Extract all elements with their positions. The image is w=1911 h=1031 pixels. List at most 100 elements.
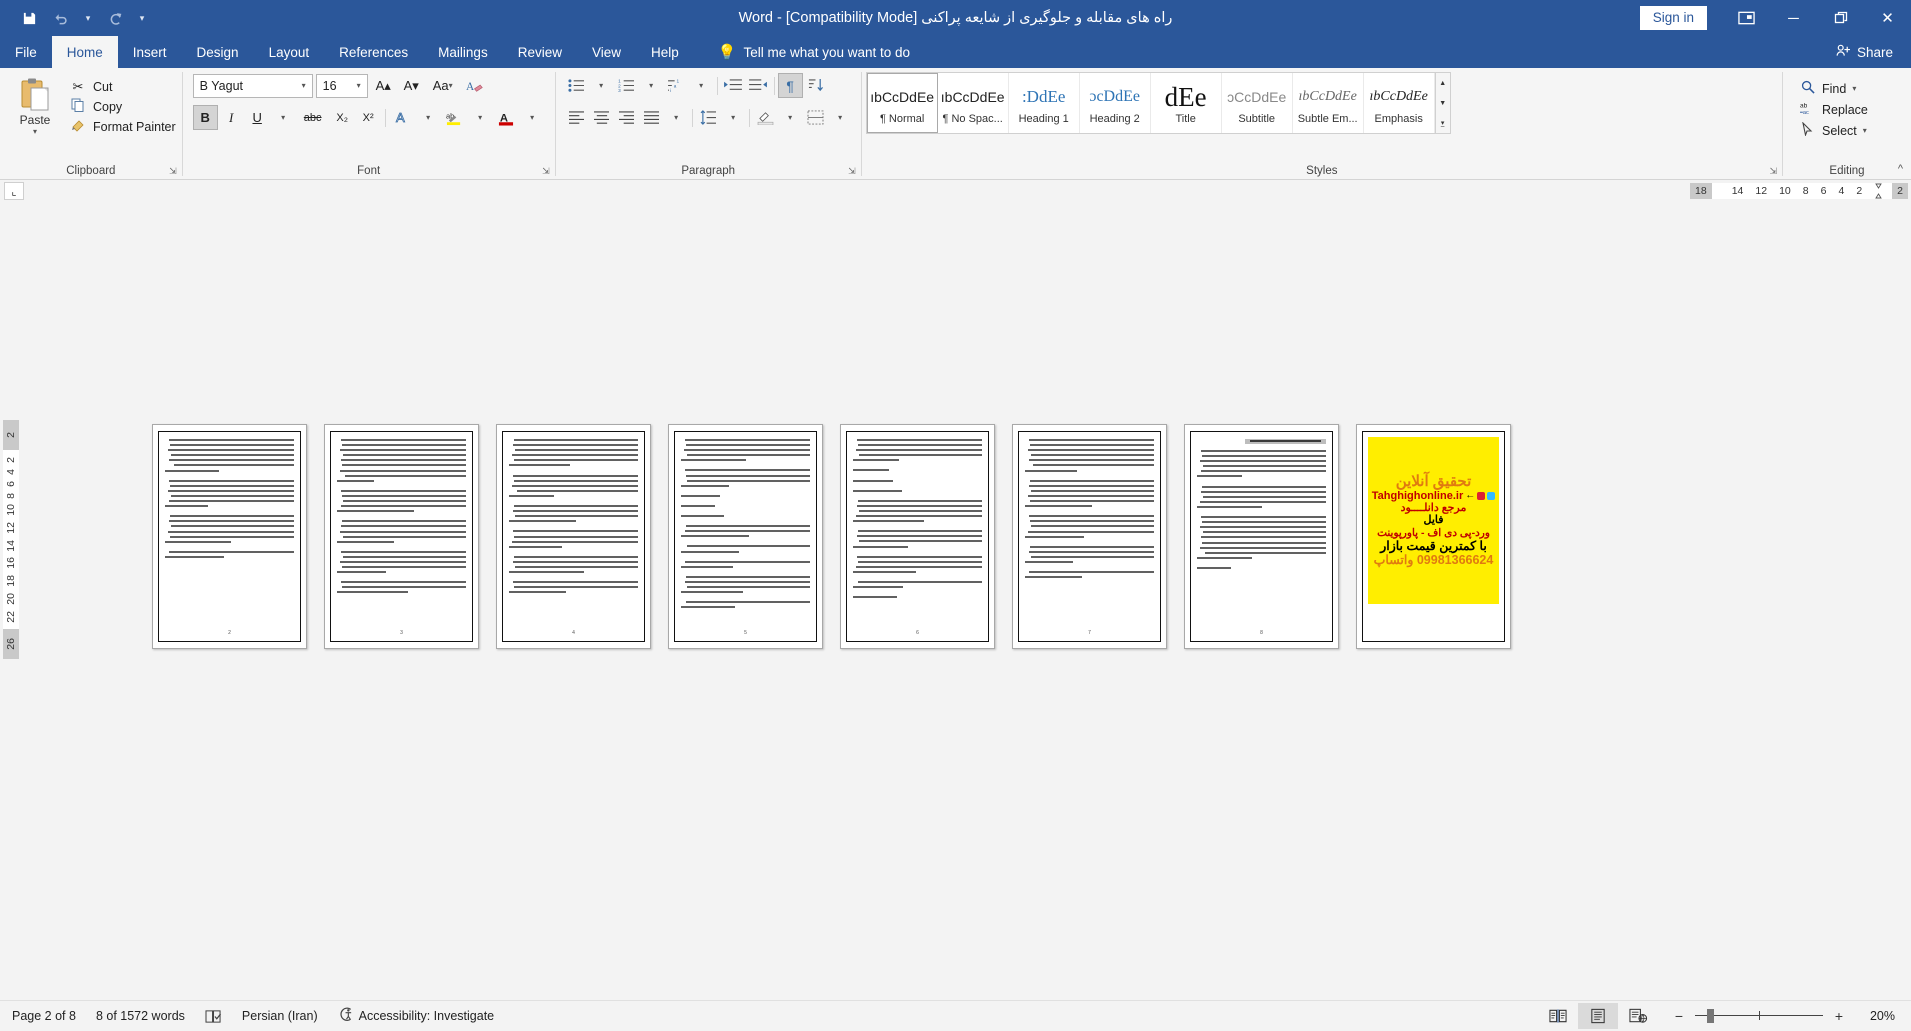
subscript-button[interactable]: X₂ — [330, 105, 355, 130]
read-mode-icon[interactable] — [1538, 1003, 1578, 1029]
font-dialog-launcher-icon[interactable]: ⇲ — [542, 166, 550, 177]
tab-layout[interactable]: Layout — [254, 36, 325, 68]
tab-help[interactable]: Help — [636, 36, 694, 68]
web-layout-icon[interactable] — [1618, 1003, 1658, 1029]
chevron-down-icon[interactable]: ▾ — [449, 81, 453, 90]
word-count[interactable]: 8 of 1572 words — [96, 1009, 185, 1023]
styles-scroll-down-icon[interactable]: ▼ — [1436, 93, 1450, 113]
tab-design[interactable]: Design — [182, 36, 254, 68]
font-color-dropdown-icon[interactable]: ▾ — [520, 105, 545, 130]
style-subtitle[interactable]: ɔCcDdEe Subtitle — [1221, 73, 1293, 133]
styles-dialog-launcher-icon[interactable]: ⇲ — [1769, 166, 1777, 177]
paragraph-dialog-launcher-icon[interactable]: ⇲ — [848, 166, 856, 177]
justify-button[interactable] — [639, 105, 664, 130]
highlight-dropdown-icon[interactable]: ▾ — [468, 105, 493, 130]
format-painter-button[interactable]: Format Painter — [69, 118, 176, 135]
find-button[interactable]: Find ▾ — [1799, 80, 1868, 97]
numbering-button[interactable]: 123 — [614, 73, 639, 98]
superscript-button[interactable]: X² — [356, 105, 381, 130]
redo-icon[interactable] — [100, 5, 130, 31]
bullets-button[interactable] — [564, 73, 589, 98]
style-no-spacing[interactable]: ıbCcDdEe ¶ No Spac... — [937, 73, 1009, 133]
shading-button[interactable] — [753, 105, 778, 130]
italic-button[interactable]: I — [219, 105, 244, 130]
horizontal-ruler[interactable]: ⌞ 18 14 12 10 8 6 4 2 2 — [0, 180, 1911, 202]
style-subtle-emphasis[interactable]: ıbCcDdEe Subtle Em... — [1292, 73, 1364, 133]
style-heading-2[interactable]: ɔcDdEe Heading 2 — [1079, 73, 1151, 133]
text-effects-dropdown-icon[interactable]: ▾ — [416, 105, 441, 130]
undo-dropdown-icon[interactable]: ▾ — [78, 5, 98, 31]
clear-formatting-button[interactable]: A — [462, 73, 487, 98]
tab-mailings[interactable]: Mailings — [423, 36, 503, 68]
document-canvas[interactable]: 2 3 4 5 6 7 8 تحقیق آنلاین ← Tahghighonl… — [22, 202, 1911, 1000]
decrease-indent-button[interactable] — [721, 73, 746, 98]
document-page[interactable]: 6 — [840, 424, 995, 649]
align-left-button[interactable] — [564, 105, 589, 130]
styles-more-icon[interactable]: ▾̲ — [1436, 113, 1450, 133]
multilevel-dropdown-icon[interactable]: ▾ — [689, 73, 714, 98]
style-heading-1[interactable]: :DdEe Heading 1 — [1008, 73, 1080, 133]
increase-indent-button[interactable] — [746, 73, 771, 98]
document-page[interactable]: 4 — [496, 424, 651, 649]
document-page-advertisement[interactable]: تحقیق آنلاین ← Tahghighonline.ir مرجع دا… — [1356, 424, 1511, 649]
share-button[interactable]: Share — [1836, 36, 1911, 68]
zoom-slider[interactable] — [1695, 1008, 1823, 1024]
bullets-dropdown-icon[interactable]: ▾ — [589, 73, 614, 98]
tab-insert[interactable]: Insert — [118, 36, 182, 68]
shading-dropdown-icon[interactable]: ▾ — [778, 105, 803, 130]
replace-button[interactable]: ab ac Replace — [1799, 101, 1868, 118]
style-title[interactable]: dEe Title — [1150, 73, 1222, 133]
indent-markers[interactable] — [1868, 183, 1893, 199]
shrink-font-button[interactable]: A▾ — [399, 73, 424, 98]
copy-button[interactable]: Copy — [69, 98, 176, 115]
font-name-combo[interactable]: B Yagut ▾ — [192, 73, 313, 98]
document-page[interactable]: 2 — [152, 424, 307, 649]
multilevel-list-button[interactable]: 1ai — [664, 73, 689, 98]
style-emphasis[interactable]: ıbCcDdEe Emphasis — [1363, 73, 1435, 133]
text-highlight-color-button[interactable]: ab — [442, 105, 467, 130]
select-button[interactable]: Select ▾ — [1799, 121, 1868, 139]
borders-button[interactable] — [803, 105, 828, 130]
sort-button[interactable] — [803, 73, 828, 98]
tab-references[interactable]: References — [324, 36, 423, 68]
minimize-button[interactable]: ─ — [1770, 0, 1817, 36]
tell-me-search[interactable]: 💡 Tell me what you want to do — [718, 36, 910, 68]
zoom-level[interactable]: 20% — [1855, 1009, 1895, 1023]
tab-stop-selector[interactable]: ⌞ — [4, 182, 24, 200]
line-spacing-dropdown-icon[interactable]: ▾ — [721, 105, 746, 130]
text-effects-button[interactable]: A — [390, 105, 415, 130]
tab-review[interactable]: Review — [503, 36, 577, 68]
underline-dropdown-icon[interactable]: ▾ — [271, 105, 296, 130]
numbering-dropdown-icon[interactable]: ▾ — [639, 73, 664, 98]
grow-font-button[interactable]: A▴ — [371, 73, 396, 98]
font-color-button[interactable]: A — [494, 105, 519, 130]
line-spacing-button[interactable] — [696, 105, 721, 130]
document-page[interactable]: 7 — [1012, 424, 1167, 649]
print-layout-icon[interactable] — [1578, 1003, 1618, 1029]
restore-button[interactable] — [1817, 0, 1864, 36]
select-dropdown-icon[interactable]: ▾ — [1863, 126, 1867, 135]
tab-home[interactable]: Home — [51, 36, 118, 68]
collapse-ribbon-button[interactable]: ^ — [1898, 163, 1903, 175]
tab-view[interactable]: View — [577, 36, 636, 68]
strikethrough-button[interactable]: abc — [297, 105, 329, 130]
paste-dropdown-icon[interactable]: ▾ — [33, 127, 37, 136]
customize-quick-access-toolbar-icon[interactable]: ▾ — [132, 5, 152, 31]
document-page[interactable]: 5 — [668, 424, 823, 649]
tab-file[interactable]: File — [0, 36, 52, 68]
bold-button[interactable]: B — [192, 105, 218, 130]
document-page[interactable]: 3 — [324, 424, 479, 649]
chevron-down-icon[interactable]: ▾ — [298, 81, 310, 90]
chevron-down-icon[interactable]: ▾ — [353, 81, 365, 90]
cut-button[interactable]: ✂ Cut — [69, 79, 176, 95]
show-formatting-marks-button[interactable]: ¶ — [777, 73, 803, 98]
page-indicator[interactable]: Page 2 of 8 — [12, 1009, 76, 1023]
zoom-out-button[interactable]: − — [1672, 1008, 1686, 1024]
vertical-ruler[interactable]: 2 2 4 6 8 10 12 14 16 18 20 22 26 — [0, 202, 22, 1000]
undo-icon[interactable] — [46, 5, 76, 31]
proofing-errors-icon[interactable] — [205, 1009, 222, 1024]
save-icon[interactable] — [14, 5, 44, 31]
close-button[interactable]: ✕ — [1864, 0, 1911, 36]
accessibility-indicator[interactable]: Accessibility: Investigate — [338, 1007, 494, 1025]
paste-button[interactable]: Paste ▾ — [6, 73, 64, 136]
